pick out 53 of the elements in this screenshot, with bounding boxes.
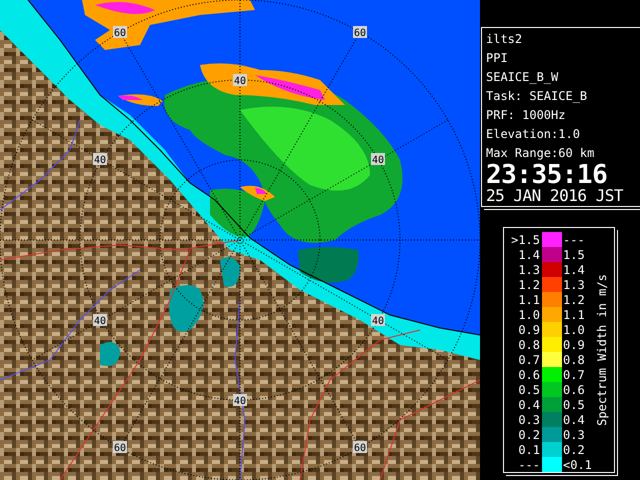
legend-value: 0.6 — [517, 368, 540, 382]
info-line: ilts2 — [486, 31, 524, 48]
legend-value: 0.4 — [563, 412, 585, 426]
legend-value: 0.3 — [563, 428, 585, 442]
info-line: Elevation:1.0 — [486, 126, 581, 143]
range-label: 60 — [353, 26, 367, 39]
legend-value: 0.5 — [563, 398, 585, 412]
legend-title: Spectrum Width in m/s — [595, 273, 609, 428]
range-label: 40 — [371, 314, 385, 327]
scan-time: 23:35:16 — [486, 163, 608, 187]
legend-value: 0.7 — [517, 352, 540, 366]
legend-value: 0.9 — [517, 322, 540, 336]
info-line: PPI — [486, 50, 509, 67]
legend-value: 0.4 — [517, 398, 540, 412]
legend-value: 1.3 — [563, 278, 585, 292]
range-label: 60 — [113, 26, 127, 39]
range-label: 40 — [233, 394, 247, 407]
legend-value: 0.8 — [563, 352, 585, 366]
range-label: 40 — [371, 153, 385, 166]
range-label: 40 — [93, 153, 107, 166]
range-label: 60 — [353, 441, 367, 454]
dark-echo — [298, 247, 359, 283]
range-label: 40 — [233, 74, 247, 87]
info-line: Max Range:60 km — [486, 145, 596, 162]
legend-value: 1.4 — [517, 248, 540, 262]
range-label: 40 — [93, 314, 107, 327]
legend-value: 1.3 — [517, 262, 540, 276]
legend-value: 0.2 — [517, 428, 540, 442]
legend-value: <0.1 — [563, 458, 592, 472]
legend-value: 1.1 — [517, 292, 540, 306]
legend-value: 1.0 — [517, 308, 540, 322]
legend-value: 0.9 — [563, 338, 585, 352]
legend-value: --- — [563, 232, 585, 246]
legend-value: 1.0 — [563, 322, 585, 336]
legend-value: 1.5 — [563, 248, 585, 262]
legend-value: 0.8 — [517, 338, 540, 352]
range-label: 60 — [113, 441, 127, 454]
legend-value: 0.3 — [517, 412, 540, 426]
legend-value: 0.5 — [517, 382, 540, 396]
legend-value: 0.6 — [563, 382, 585, 396]
info-line: Task: SEAICE_B — [486, 88, 588, 105]
legend-value: 0.1 — [517, 442, 540, 456]
info-line: PRF: 1000Hz — [486, 107, 566, 124]
legend-value: 1.4 — [563, 262, 585, 276]
legend-value: 1.2 — [563, 292, 585, 306]
legend-value: 0.7 — [563, 368, 585, 382]
legend-value: >1.5 — [510, 232, 540, 246]
scan-date: 25 JAN 2016 JST — [486, 187, 624, 205]
legend-value: 1.1 — [563, 308, 585, 322]
legend-value: --- — [517, 458, 540, 472]
legend-value: 1.2 — [517, 278, 540, 292]
info-line: SEAICE_B_W — [486, 69, 560, 86]
legend-value: 0.2 — [563, 442, 585, 456]
